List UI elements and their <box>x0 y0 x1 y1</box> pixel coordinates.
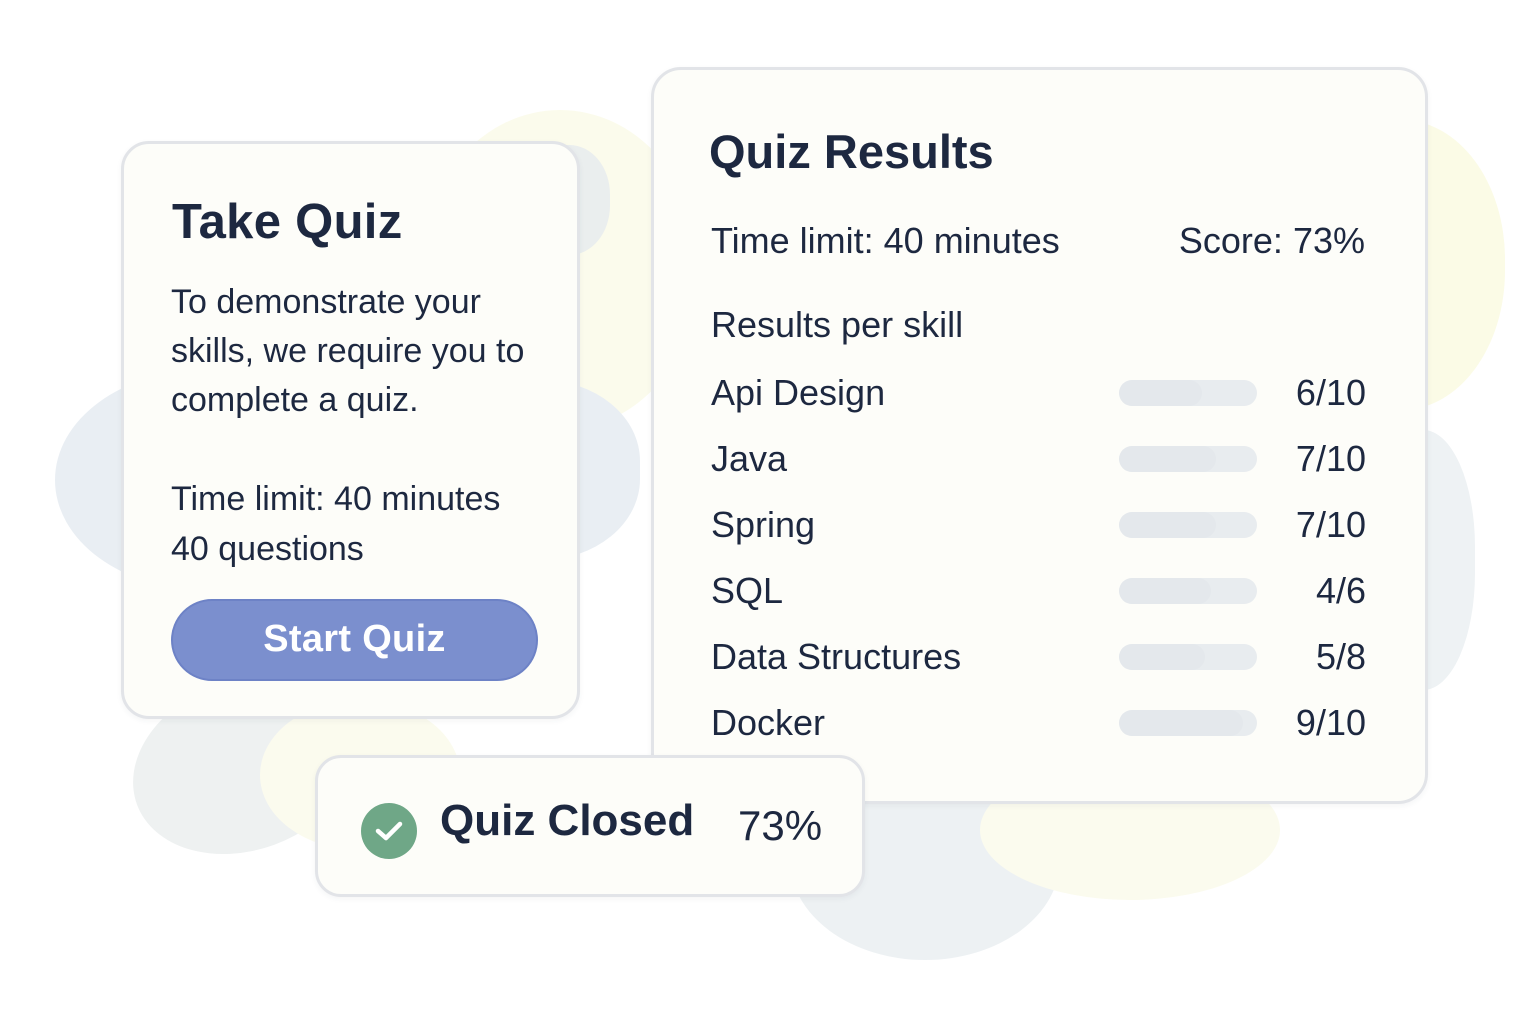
skill-progress-fill <box>1119 710 1244 736</box>
quiz-closed-card: Quiz Closed 73% <box>315 755 865 897</box>
quiz-canvas: Take Quiz To demonstrate your skills, we… <box>0 0 1536 1024</box>
skill-progress-fill <box>1119 578 1212 604</box>
skill-score: 5/8 <box>1315 636 1366 677</box>
skill-row: Api Design 6/10 <box>711 360 1371 426</box>
skill-progress-bar <box>1119 710 1257 736</box>
skill-progress-bar <box>1119 644 1257 670</box>
skill-name: Api Design <box>711 372 886 413</box>
start-quiz-button[interactable]: Start Quiz <box>171 599 538 681</box>
take-quiz-info: Time limit: 40 minutes 40 questions <box>171 474 500 574</box>
results-per-skill-heading: Results per skill <box>711 304 964 345</box>
skill-score: 7/10 <box>1295 504 1366 545</box>
skill-name: Spring <box>711 504 816 545</box>
skill-progress-bar <box>1119 512 1257 538</box>
take-quiz-card: Take Quiz To demonstrate your skills, we… <box>121 141 580 719</box>
quiz-closed-score: 73% <box>738 802 823 849</box>
quiz-results-card: Quiz Results Time limit: 40 minutes Scor… <box>651 67 1428 804</box>
skill-name: Data Structures <box>711 636 962 677</box>
take-quiz-time-limit: Time limit: 40 minutes <box>171 480 501 518</box>
skill-score: 7/10 <box>1295 438 1366 479</box>
skill-row: SQL 4/6 <box>711 558 1371 624</box>
skill-score: 6/10 <box>1295 372 1366 413</box>
skill-name: SQL <box>711 570 784 611</box>
results-time-limit: Time limit: 40 minutes <box>711 220 1060 261</box>
check-circle-icon <box>361 803 417 859</box>
skill-progress-fill <box>1119 446 1216 472</box>
results-score: Score: 73% <box>1178 220 1365 261</box>
skill-progress-fill <box>1119 380 1202 406</box>
skill-row: Docker 9/10 <box>711 690 1371 756</box>
skill-progress-fill <box>1119 512 1216 538</box>
take-quiz-question-count: 40 questions <box>171 530 364 568</box>
quiz-closed-label: Quiz Closed <box>440 796 695 845</box>
check-mark-icon <box>375 821 403 841</box>
skill-row: Java 7/10 <box>711 426 1371 492</box>
skill-results-list: Api Design 6/10 Java 7/10 Spring 7/10 SQ… <box>711 360 1371 756</box>
take-quiz-description: To demonstrate your skills, we require y… <box>171 283 525 419</box>
skill-row: Data Structures 5/8 <box>711 624 1371 690</box>
take-quiz-title: Take Quiz <box>172 195 403 249</box>
skill-progress-fill <box>1119 644 1206 670</box>
skill-name: Docker <box>711 702 826 743</box>
skill-score: 9/10 <box>1295 702 1366 743</box>
skill-name: Java <box>711 438 788 479</box>
quiz-results-title: Quiz Results <box>709 125 994 178</box>
skill-progress-bar <box>1119 380 1257 406</box>
skill-progress-bar <box>1119 578 1257 604</box>
skill-row: Spring 7/10 <box>711 492 1371 558</box>
skill-score: 4/6 <box>1315 570 1366 611</box>
skill-progress-bar <box>1119 446 1257 472</box>
